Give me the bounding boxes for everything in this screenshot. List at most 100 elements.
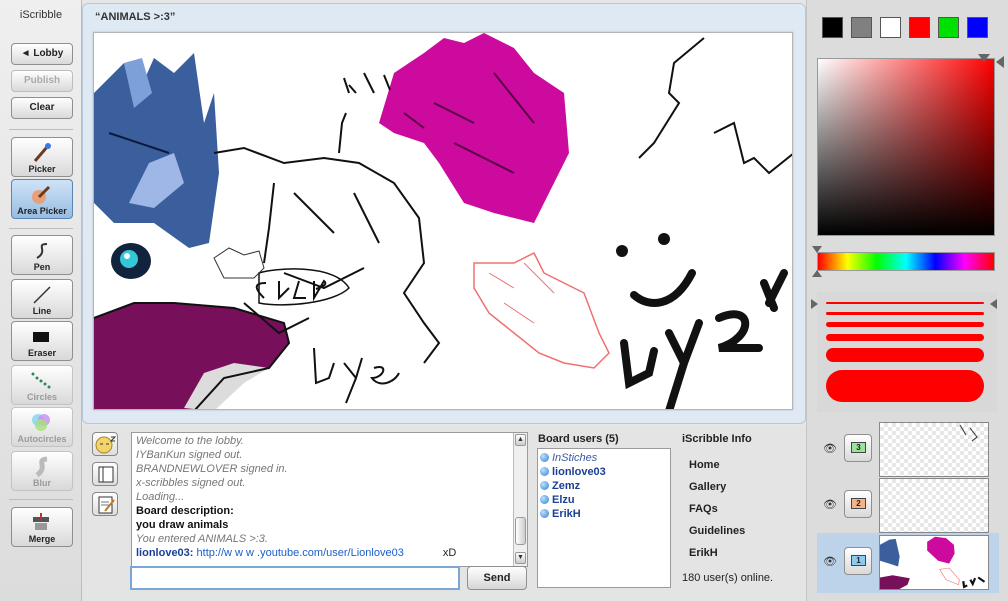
scroll-up-icon[interactable]: ▲ — [515, 434, 526, 446]
circles-icon — [31, 372, 51, 389]
color-layer-panel: 👁 3 👁 2 👁 1 — [806, 0, 1008, 601]
autocircles-tool-button[interactable]: Autocircles — [11, 407, 73, 447]
area-picker-icon — [32, 185, 51, 204]
swatch-white[interactable] — [880, 17, 901, 38]
brush-size-2[interactable] — [826, 312, 984, 315]
blur-tool-button[interactable]: Blur — [11, 451, 73, 491]
layer-number: 3 — [851, 442, 866, 453]
color-marker-icon — [996, 56, 1004, 68]
eye-icon[interactable]: 👁 — [823, 555, 837, 568]
autocircles-tool-label: Autocircles — [17, 434, 67, 444]
brush-size-3[interactable] — [826, 322, 984, 327]
swatch-blue[interactable] — [967, 17, 988, 38]
chat-input[interactable] — [130, 566, 460, 590]
merge-icon — [33, 513, 49, 530]
user-name: lionlove03 — [552, 466, 606, 478]
user-status-icon — [540, 481, 549, 490]
blur-tool-label: Blur — [33, 478, 51, 488]
chat-message: IYBanKun signed out. — [136, 449, 243, 461]
pen-icon — [36, 243, 48, 259]
brush-size-4[interactable] — [826, 334, 984, 341]
hue-marker-icon[interactable] — [812, 270, 822, 277]
scroll-down-icon[interactable]: ▼ — [515, 552, 526, 564]
hue-slider[interactable] — [817, 252, 995, 271]
description-button[interactable] — [92, 492, 118, 516]
publish-button[interactable]: Publish — [11, 70, 73, 92]
chat-log[interactable]: Welcome to the lobby. IYBanKun signed ou… — [131, 432, 528, 567]
layer-thumbnail[interactable] — [879, 422, 989, 477]
brush-size-panel[interactable] — [811, 292, 997, 412]
swatch-green[interactable] — [938, 17, 959, 38]
online-count: 180 user(s) online. — [682, 572, 774, 584]
picker-tool-label: Picker — [28, 164, 56, 174]
circles-tool-button[interactable]: Circles — [11, 365, 73, 405]
pen-tool-button[interactable]: Pen — [11, 235, 73, 275]
user-list-item[interactable]: lionlove03 — [540, 465, 668, 479]
layer-thumbnail[interactable] — [879, 478, 989, 533]
user-status-icon — [540, 467, 549, 476]
layer-thumbnail[interactable] — [879, 535, 989, 590]
swatch-red[interactable] — [909, 17, 930, 38]
picker-icon — [33, 143, 51, 162]
user-list-item[interactable]: InStiches — [540, 451, 668, 465]
layer-row[interactable]: 👁 3 — [817, 422, 999, 478]
send-button[interactable]: Send — [467, 566, 527, 590]
drawing-canvas[interactable] — [93, 32, 793, 410]
brush-size-5[interactable] — [826, 348, 984, 362]
hue-marker-icon[interactable] — [812, 246, 822, 253]
note-pencil-icon — [98, 496, 115, 514]
faqs-link[interactable]: FAQs — [689, 503, 718, 515]
picker-tool-button[interactable]: Picker — [11, 137, 73, 177]
line-icon — [33, 286, 51, 304]
eraser-tool-button[interactable]: Eraser — [11, 321, 73, 361]
chat-message: x-scribbles signed out. — [136, 477, 246, 489]
toolbar-divider — [9, 228, 73, 229]
swatch-gray[interactable] — [851, 17, 872, 38]
user-list-item[interactable]: Zemz — [540, 479, 668, 493]
layer-preview — [880, 536, 986, 589]
layer-row[interactable]: 👁 1 — [817, 533, 999, 593]
brush-size-1[interactable] — [826, 302, 984, 304]
emoticon-button[interactable] — [92, 432, 118, 456]
profile-link[interactable]: ErikH — [689, 547, 718, 559]
clear-button[interactable]: Clear — [11, 97, 73, 119]
color-picker-square[interactable] — [817, 58, 995, 236]
user-name: Zemz — [552, 480, 581, 492]
blur-icon — [35, 456, 48, 478]
chat-username[interactable]: lionlove03: — [136, 547, 193, 559]
eye-icon[interactable]: 👁 — [823, 498, 837, 511]
layer-button[interactable]: 2 — [844, 490, 872, 518]
guidelines-link[interactable]: Guidelines — [689, 525, 745, 537]
user-name: InStiches — [552, 452, 598, 464]
line-tool-button[interactable]: Line — [11, 279, 73, 319]
swatch-black[interactable] — [822, 17, 843, 38]
toolbar-divider — [9, 499, 73, 500]
layer-button[interactable]: 1 — [844, 547, 872, 575]
gallery-link[interactable]: Gallery — [689, 481, 726, 493]
layer-row[interactable]: 👁 2 — [817, 478, 999, 534]
area-picker-tool-label: Area Picker — [17, 206, 67, 216]
merge-button[interactable]: Merge — [11, 507, 73, 547]
chat-link[interactable]: http://w w w .youtube.com/user/Lionlove0… — [197, 547, 404, 559]
lobby-button[interactable]: ◄ Lobby — [11, 43, 73, 65]
size-marker-icon[interactable] — [811, 299, 818, 309]
layer-button[interactable]: 3 — [844, 434, 872, 462]
chat-message: Welcome to the lobby. — [136, 435, 244, 447]
board-users-title: Board users (5) — [538, 433, 619, 445]
toolbar-divider — [9, 129, 73, 130]
area-picker-tool-button[interactable]: Area Picker — [11, 179, 73, 219]
user-name: ErikH — [552, 508, 581, 520]
brush-size-6[interactable] — [826, 370, 984, 402]
panel-toggle-button[interactable] — [92, 462, 118, 486]
home-link[interactable]: Home — [689, 459, 720, 471]
color-marker-icon — [978, 54, 990, 62]
chat-scrollbar[interactable]: ▲ ▼ — [513, 433, 527, 566]
user-status-icon — [540, 509, 549, 518]
user-list-item[interactable]: Elzu — [540, 493, 668, 507]
scroll-thumb[interactable] — [515, 517, 526, 545]
board-title: “ANIMALS >:3” — [95, 11, 176, 23]
user-list-item[interactable]: ErikH — [540, 507, 668, 521]
board-panel: “ANIMALS >:3” — [82, 3, 806, 424]
size-marker-icon[interactable] — [990, 299, 997, 309]
eye-icon[interactable]: 👁 — [823, 442, 837, 455]
